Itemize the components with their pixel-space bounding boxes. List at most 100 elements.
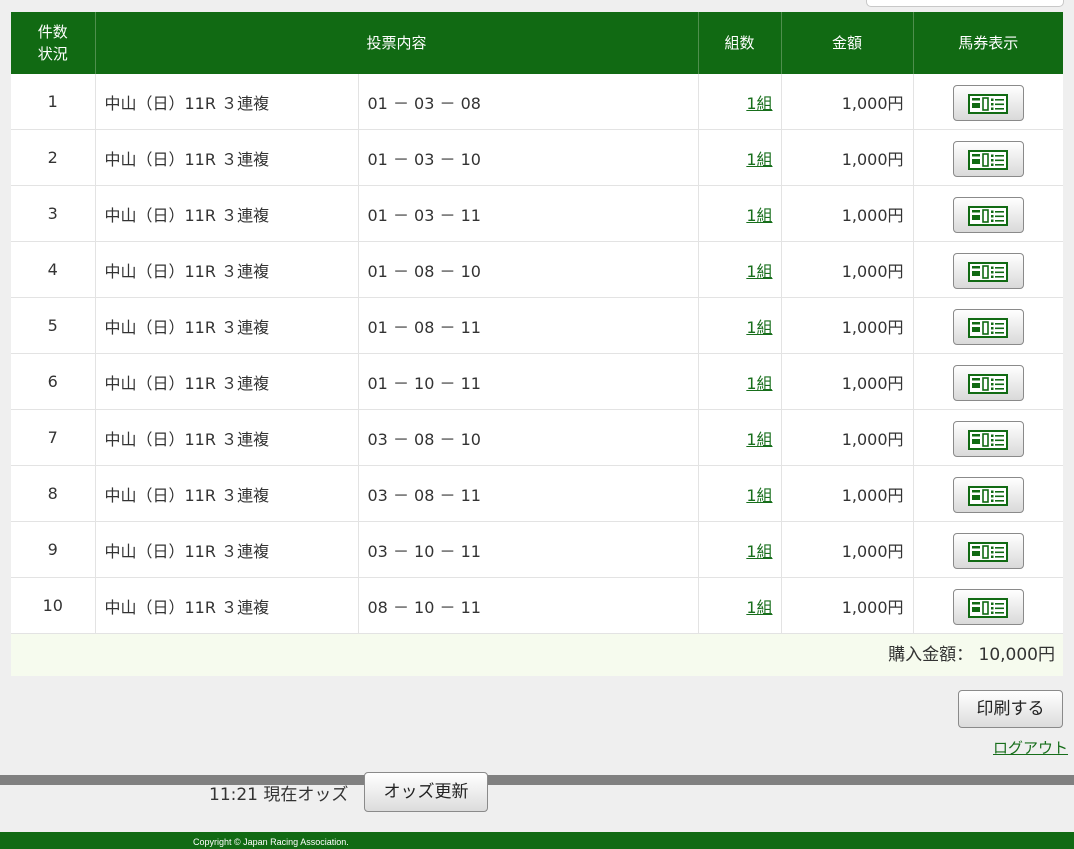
table-row: 10 中山（日）11R ３連複 08 － 10 － 11 1組 1,000円 — [11, 577, 1064, 634]
row-race: 中山（日）11R ３連複 — [95, 521, 359, 578]
odds-bar — [0, 775, 1074, 785]
total-value: 10,000円 — [978, 645, 1055, 665]
row-number: 2 — [11, 129, 96, 186]
ticket-view-icon — [954, 429, 1023, 450]
row-kumi-cell: 1組 — [698, 409, 782, 466]
table-row: 7 中山（日）11R ３連複 03 － 08 － 10 1組 1,000円 — [11, 409, 1064, 466]
ticket-view-button[interactable] — [952, 252, 1024, 289]
row-kumi-cell: 1組 — [698, 129, 782, 186]
ticket-view-button[interactable] — [952, 532, 1024, 569]
row-number: 7 — [11, 409, 96, 466]
row-kumi-cell: 1組 — [698, 185, 782, 242]
ticket-view-icon — [954, 373, 1023, 394]
ticket-view-button[interactable] — [952, 476, 1024, 513]
ticket-view-button[interactable] — [952, 364, 1024, 401]
total-amount-row: 購入金額： 10,000円 — [11, 634, 1063, 676]
ticket-view-button[interactable] — [952, 420, 1024, 457]
row-kumi-link[interactable]: 1組 — [746, 598, 772, 617]
row-ticket-cell — [913, 521, 1064, 578]
row-ticket-cell — [913, 241, 1064, 298]
row-ticket-cell — [913, 297, 1064, 354]
row-amount: 1,000円 — [781, 409, 914, 466]
header-ticket: 馬券表示 — [913, 12, 1064, 74]
row-kumi-link[interactable]: 1組 — [746, 262, 772, 281]
row-kumi-link[interactable]: 1組 — [746, 206, 772, 225]
row-amount: 1,000円 — [781, 521, 914, 578]
table-body: 1 中山（日）11R ３連複 01 － 03 － 08 1組 1,000円 2 中山（日）1… — [11, 74, 1064, 634]
row-race: 中山（日）11R ３連複 — [95, 465, 359, 522]
row-kumi-link[interactable]: 1組 — [746, 542, 772, 561]
bet-list-table-container: 件数 状況 投票内容 組数 金額 馬券表示 1 中山（日）11R ３連複 01 － … — [11, 12, 1064, 676]
total-label: 購入金額： — [888, 645, 974, 665]
row-kumi-link[interactable]: 1組 — [746, 318, 772, 337]
odds-time-text: 11:21 現在オッズ — [209, 785, 349, 805]
table-row: 8 中山（日）11R ３連複 03 － 08 － 11 1組 1,000円 — [11, 465, 1064, 522]
table-row: 1 中山（日）11R ３連複 01 － 03 － 08 1組 1,000円 — [11, 74, 1064, 130]
row-ticket-cell — [913, 74, 1064, 130]
ticket-view-icon — [954, 93, 1023, 114]
ticket-view-icon — [954, 541, 1023, 562]
row-combination: 08 － 10 － 11 — [358, 577, 699, 634]
row-number: 5 — [11, 297, 96, 354]
row-combination: 01 － 03 － 11 — [358, 185, 699, 242]
ticket-view-button[interactable] — [952, 84, 1024, 121]
table-row: 9 中山（日）11R ３連複 03 － 10 － 11 1組 1,000円 — [11, 521, 1064, 578]
header-amount: 金額 — [781, 12, 914, 74]
row-kumi-cell: 1組 — [698, 353, 782, 410]
ticket-view-icon — [954, 485, 1023, 506]
row-number: 4 — [11, 241, 96, 298]
logout-link[interactable]: ログアウト — [993, 737, 1068, 758]
row-combination: 01 － 08 － 11 — [358, 297, 699, 354]
row-kumi-link[interactable]: 1組 — [746, 486, 772, 505]
row-amount: 1,000円 — [781, 241, 914, 298]
row-kumi-link[interactable]: 1組 — [746, 150, 772, 169]
row-kumi-cell: 1組 — [698, 521, 782, 578]
table-row: 6 中山（日）11R ３連複 01 － 10 － 11 1組 1,000円 — [11, 353, 1064, 410]
ticket-view-icon — [954, 317, 1023, 338]
row-number: 9 — [11, 521, 96, 578]
ticket-view-icon — [954, 597, 1023, 618]
ticket-view-button[interactable] — [952, 196, 1024, 233]
ticket-view-button[interactable] — [952, 588, 1024, 625]
row-ticket-cell — [913, 185, 1064, 242]
row-amount: 1,000円 — [781, 185, 914, 242]
row-amount: 1,000円 — [781, 129, 914, 186]
table-header-row: 件数 状況 投票内容 組数 金額 馬券表示 — [11, 12, 1064, 74]
row-amount: 1,000円 — [781, 577, 914, 634]
odds-refresh-button[interactable]: オッズ更新 — [364, 772, 488, 812]
print-button[interactable]: 印刷する — [958, 690, 1063, 728]
row-amount: 1,000円 — [781, 74, 914, 130]
row-ticket-cell — [913, 353, 1064, 410]
row-kumi-cell: 1組 — [698, 74, 782, 130]
row-race: 中山（日）11R ３連複 — [95, 185, 359, 242]
table-row: 3 中山（日）11R ３連複 01 － 03 － 11 1組 1,000円 — [11, 185, 1064, 242]
table-row: 4 中山（日）11R ３連複 01 － 08 － 10 1組 1,000円 — [11, 241, 1064, 298]
row-combination: 01 － 03 － 10 — [358, 129, 699, 186]
footer: Copyright © Japan Racing Association. — [0, 832, 1074, 849]
ticket-view-icon — [954, 205, 1023, 226]
header-status-label: 状況 — [37, 45, 68, 63]
header-count-label: 件数 — [37, 23, 68, 41]
row-kumi-cell: 1組 — [698, 577, 782, 634]
row-number: 1 — [11, 74, 96, 130]
row-kumi-link[interactable]: 1組 — [746, 430, 772, 449]
row-ticket-cell — [913, 129, 1064, 186]
row-amount: 1,000円 — [781, 465, 914, 522]
top-dropdown-edge[interactable] — [866, 0, 1064, 7]
row-number: 10 — [11, 577, 96, 634]
row-number: 8 — [11, 465, 96, 522]
row-kumi-cell: 1組 — [698, 465, 782, 522]
header-count-status: 件数 状況 — [11, 12, 96, 74]
row-kumi-link[interactable]: 1組 — [746, 94, 772, 113]
ticket-view-button[interactable] — [952, 308, 1024, 345]
ticket-view-button[interactable] — [952, 140, 1024, 177]
row-race: 中山（日）11R ３連複 — [95, 241, 359, 298]
row-combination: 01 － 10 － 11 — [358, 353, 699, 410]
row-race: 中山（日）11R ３連複 — [95, 577, 359, 634]
row-combination: 01 － 08 － 10 — [358, 241, 699, 298]
row-kumi-link[interactable]: 1組 — [746, 374, 772, 393]
row-kumi-cell: 1組 — [698, 297, 782, 354]
table-row: 5 中山（日）11R ３連複 01 － 08 － 11 1組 1,000円 — [11, 297, 1064, 354]
row-race: 中山（日）11R ３連複 — [95, 409, 359, 466]
row-combination: 01 － 03 － 08 — [358, 74, 699, 130]
